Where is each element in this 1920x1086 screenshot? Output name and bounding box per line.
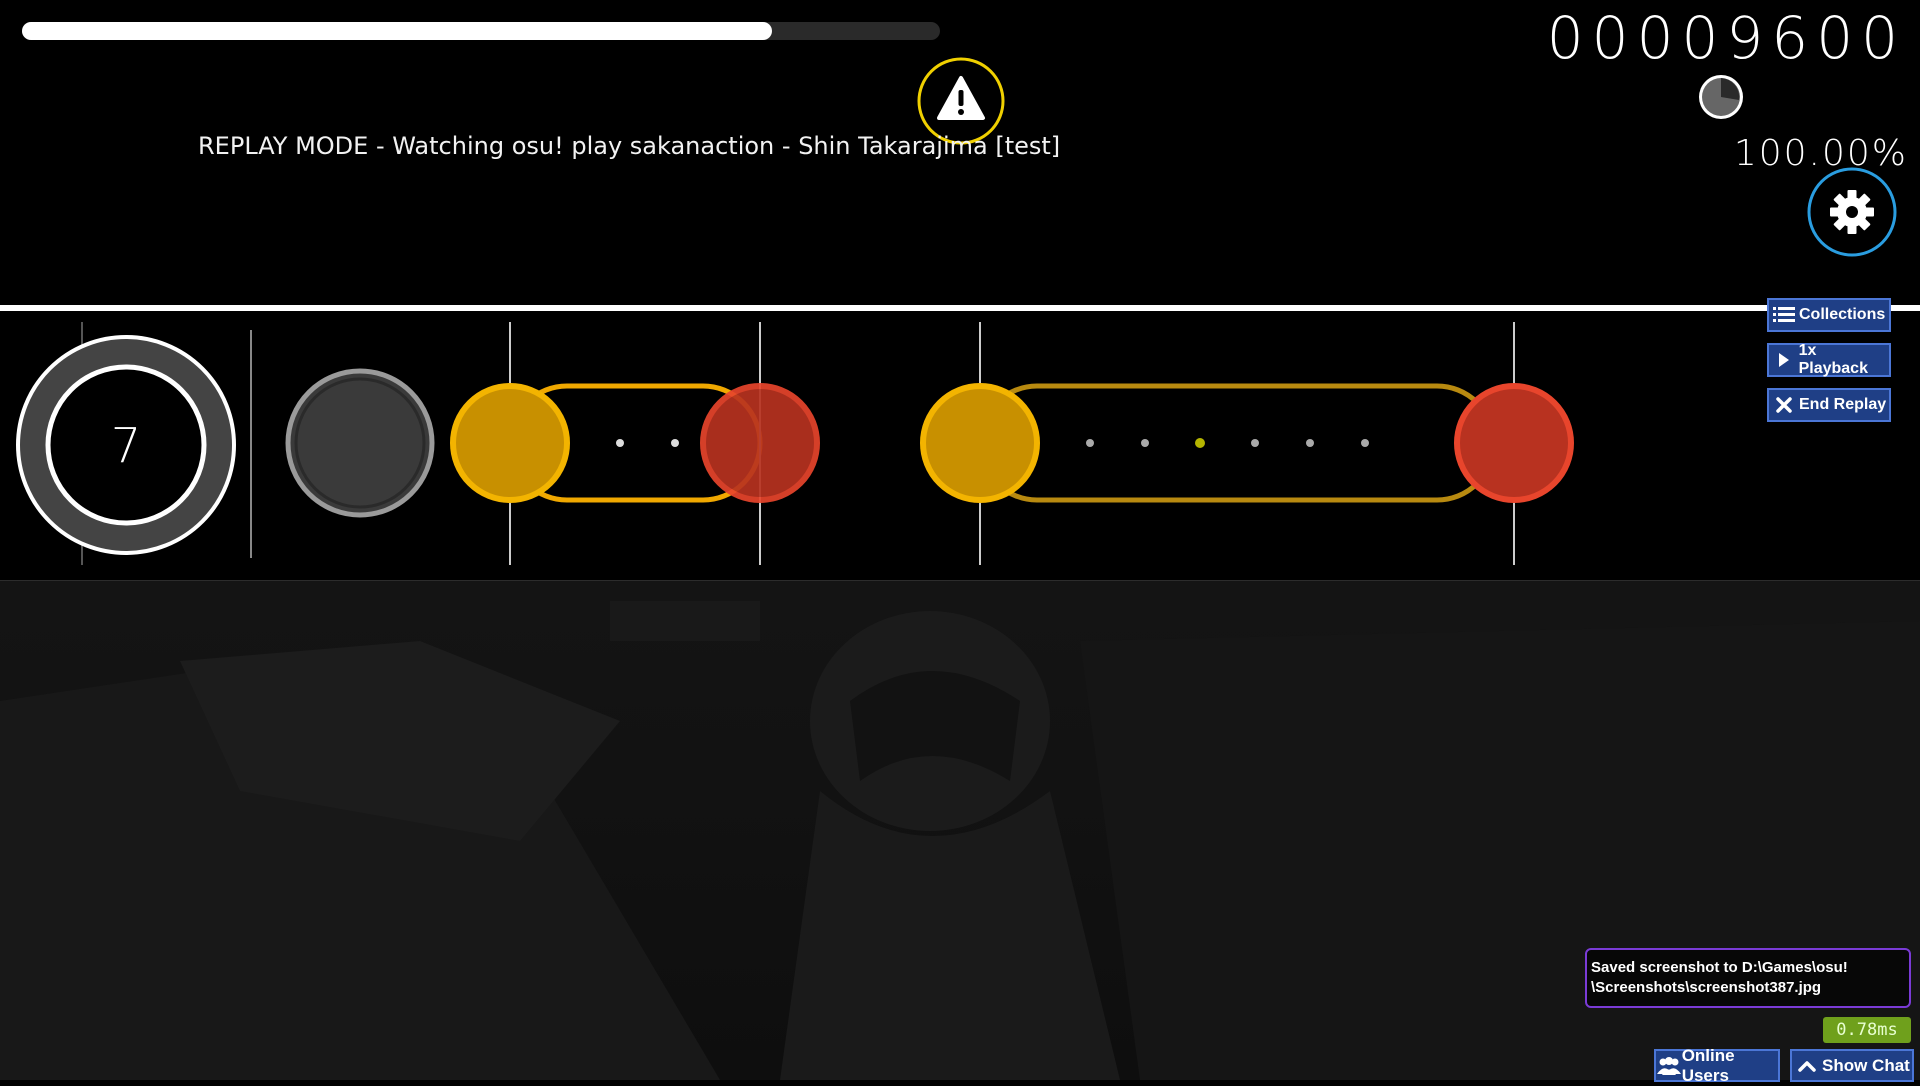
screenshot-notification[interactable]: Saved screenshot to D:\Games\osu! \Scree…: [1585, 948, 1911, 1008]
collections-label: Collections: [1799, 306, 1886, 323]
divider: [0, 580, 1920, 581]
list-icon: [1769, 306, 1799, 324]
slider-long: [920, 322, 1574, 565]
chevron-up-icon: [1792, 1060, 1822, 1072]
playback-label: 1x Playback: [1798, 342, 1868, 377]
playback-speed-button[interactable]: 1x Playback: [1767, 342, 1891, 377]
frame-time-badge: 0.78ms: [1823, 1017, 1911, 1043]
users-icon: [1656, 1056, 1682, 1075]
show-chat-button[interactable]: Show Chat: [1790, 1049, 1914, 1082]
online-users-button[interactable]: Online Users: [1654, 1046, 1780, 1085]
combo-number: 7: [110, 418, 142, 474]
slider-short: [450, 322, 820, 565]
show-chat-label: Show Chat: [1822, 1055, 1910, 1075]
hit-circle-gray: [285, 368, 435, 518]
end-replay-label: End Replay: [1799, 396, 1887, 413]
notification-line-2: \Screenshots\screenshot387.jpg: [1591, 979, 1822, 996]
playfield: [16, 322, 1574, 565]
play-icon: [1769, 352, 1799, 368]
collections-button[interactable]: Collections: [1767, 298, 1891, 332]
end-replay-button[interactable]: End Replay: [1767, 388, 1891, 422]
notification-line-1: Saved screenshot to D:\Games\osu!: [1591, 959, 1848, 976]
close-icon: [1769, 397, 1799, 413]
